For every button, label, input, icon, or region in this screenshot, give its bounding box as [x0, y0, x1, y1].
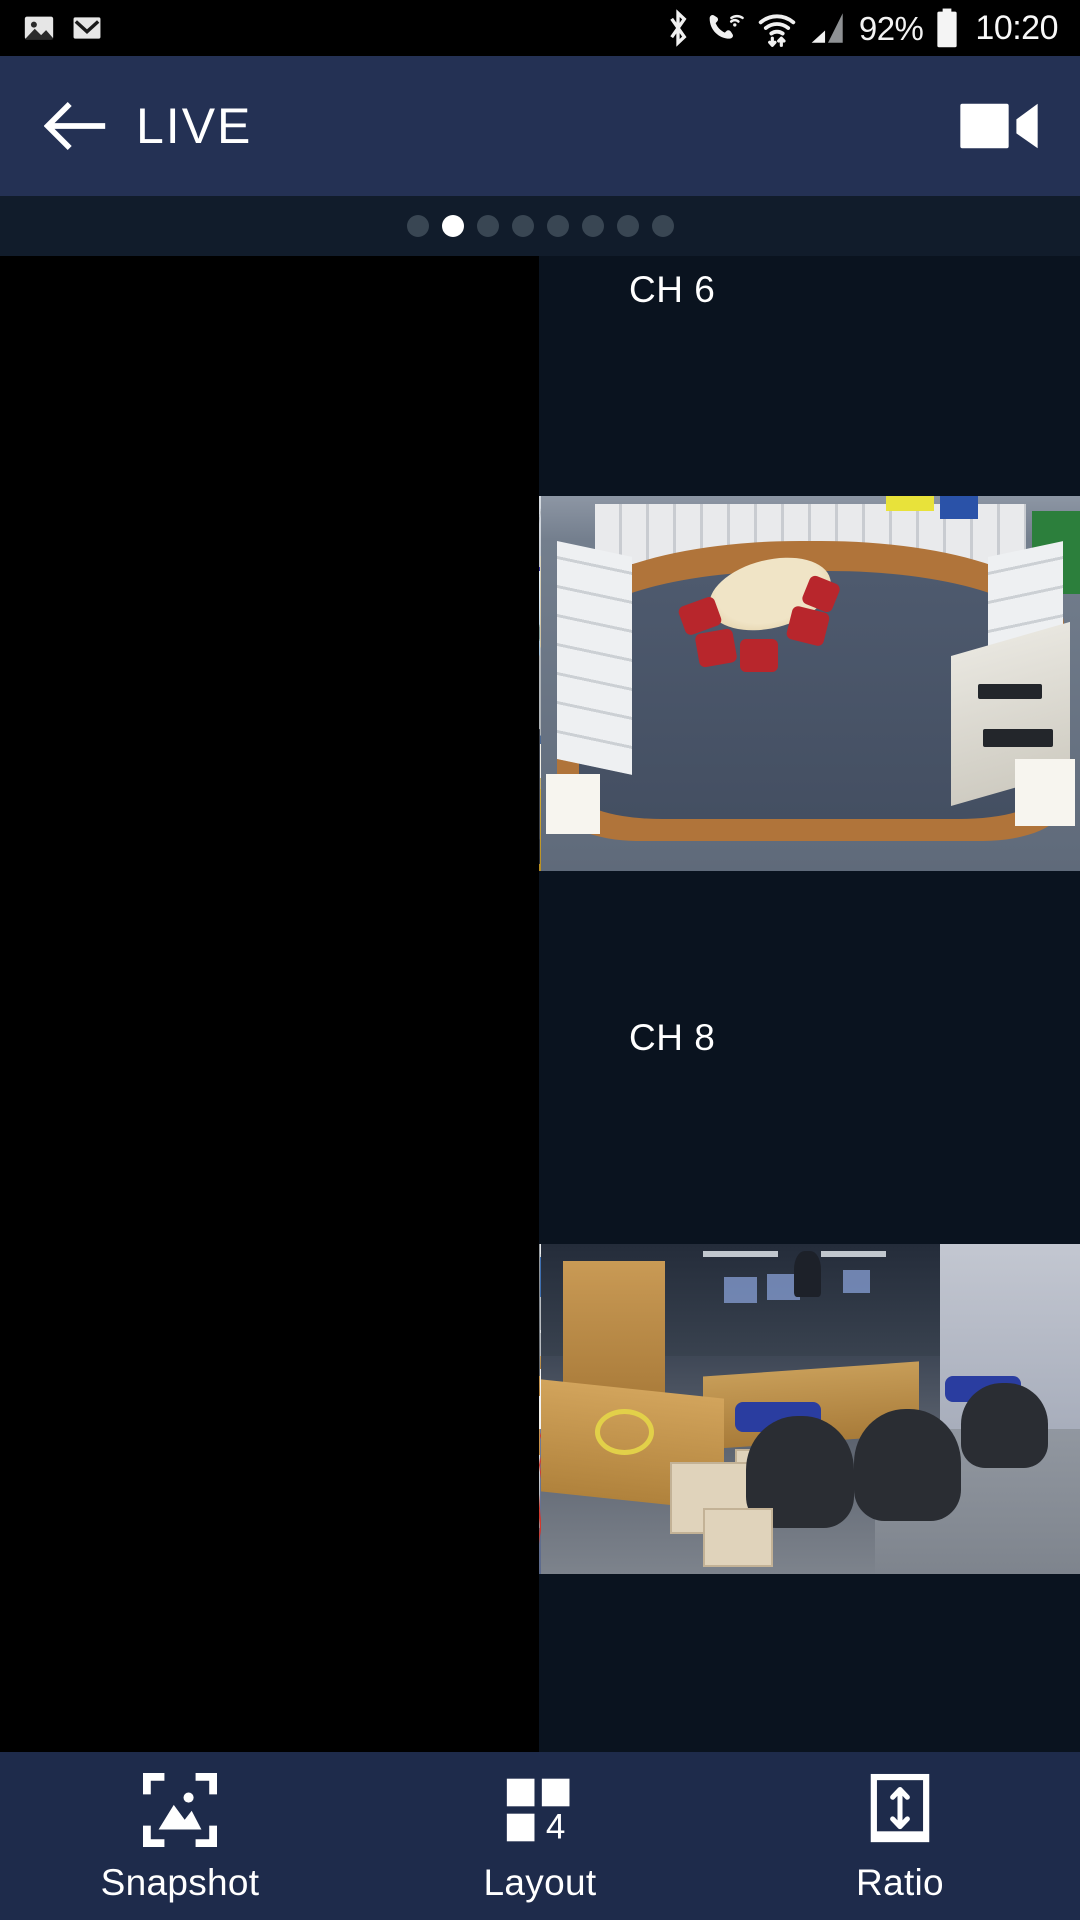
status-bar: 92% 10:20 [0, 0, 1080, 56]
back-arrow-icon [44, 101, 106, 151]
page-dot-3[interactable] [476, 215, 499, 237]
wifi-icon [757, 8, 797, 48]
page-dot-7[interactable] [616, 215, 639, 237]
status-bar-left-icons [22, 11, 104, 45]
page-indicator[interactable] [0, 196, 1080, 256]
page-dots [406, 215, 674, 237]
page-title: LIVE [136, 98, 253, 154]
layout-count-badge: 4 [546, 1807, 565, 1844]
page-dot-8[interactable] [651, 215, 674, 237]
cellular-signal-icon [810, 11, 846, 45]
wifi-calling-icon [706, 10, 744, 46]
page-dot-6[interactable] [581, 215, 604, 237]
live-view-screen: 92% 10:20 LIVE CH 6 CH 8 Snapshot 4 Layo… [0, 0, 1080, 1920]
camera-grid: CH 5 [0, 256, 1080, 1752]
bottom-toolbar: Snapshot 4 Layout Ratio [0, 1752, 1080, 1920]
camera-cell-ch6[interactable]: CH 6 [541, 256, 1080, 1004]
camera-button[interactable] [950, 91, 1040, 161]
channel-label-ch8: CH 8 [629, 1017, 716, 1058]
ratio-button[interactable]: Ratio [720, 1752, 1080, 1920]
snapshot-icon [143, 1772, 217, 1848]
aspect-ratio-icon [869, 1772, 931, 1848]
layout-button[interactable]: 4 Layout [360, 1752, 720, 1920]
camera-cell-ch8[interactable]: CH 8 [541, 1004, 1080, 1752]
page-dot-5[interactable] [546, 215, 569, 237]
channel-label-ch6: CH 6 [629, 269, 716, 310]
layout-grid-icon: 4 [503, 1772, 577, 1848]
grid-column-divider [0, 256, 539, 1752]
snapshot-button[interactable]: Snapshot [0, 1752, 360, 1920]
page-dot-2[interactable] [441, 215, 464, 237]
status-bar-clock: 10:20 [975, 9, 1058, 47]
page-dot-4[interactable] [511, 215, 534, 237]
back-button[interactable] [40, 91, 110, 161]
snapshot-label: Snapshot [100, 1861, 260, 1903]
layout-label: Layout [483, 1861, 597, 1903]
app-bar: LIVE [0, 56, 1080, 196]
email-icon [70, 11, 104, 45]
video-stream-ch6[interactable] [541, 496, 1080, 871]
gallery-icon [22, 11, 56, 45]
status-bar-right-icons: 92% 10:20 [663, 8, 1058, 48]
page-dot-1[interactable] [406, 215, 429, 237]
video-camera-icon [960, 103, 1038, 149]
ratio-label: Ratio [856, 1861, 944, 1903]
bluetooth-icon [663, 9, 693, 47]
battery-percent-label: 92% [858, 9, 924, 47]
video-stream-ch8[interactable] [541, 1244, 1080, 1574]
battery-icon [936, 8, 958, 48]
